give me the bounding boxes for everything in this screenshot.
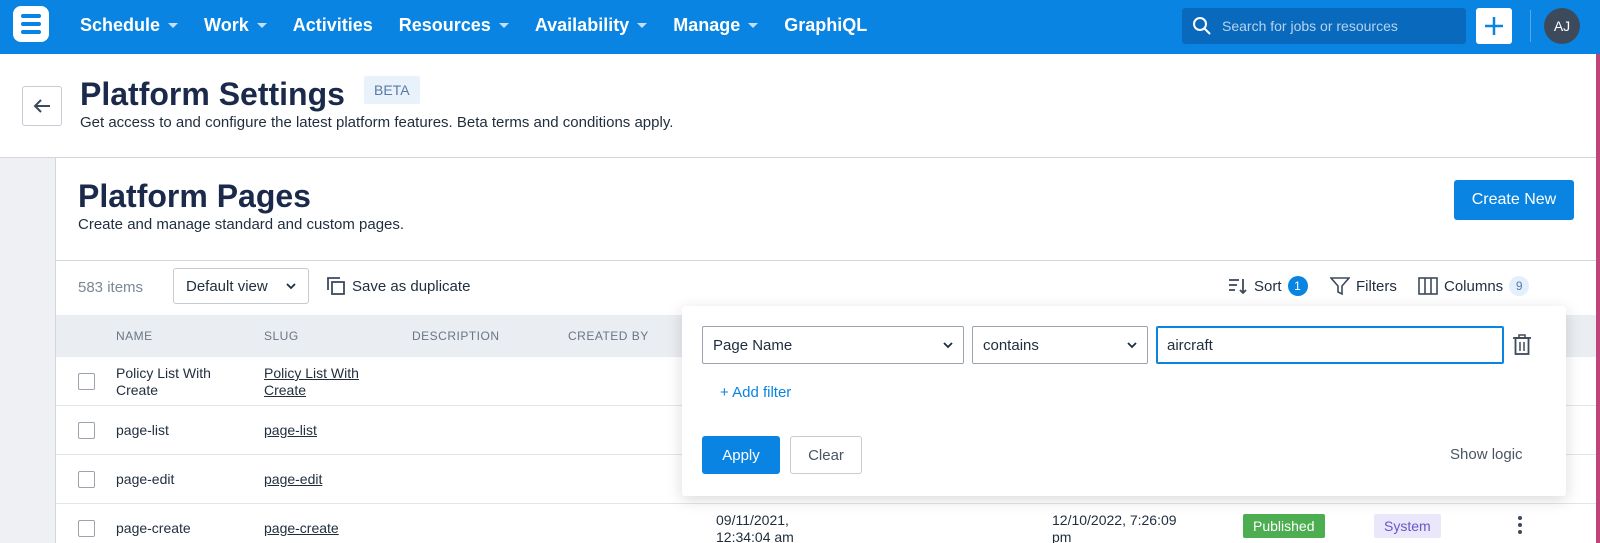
sort-icon <box>1229 279 1247 295</box>
top-nav-bar: Schedule Work Activities Resources Avail… <box>0 0 1600 54</box>
create-new-button[interactable]: Create New <box>1454 180 1574 220</box>
save-as-duplicate-button[interactable]: Save as duplicate <box>326 268 470 304</box>
main-nav: Schedule Work Activities Resources Avail… <box>80 0 893 50</box>
view-select-label: Default view <box>186 277 268 295</box>
row-slug-link[interactable]: page-list <box>264 422 394 439</box>
filter-value-input[interactable] <box>1156 326 1504 364</box>
columns-label: Columns <box>1444 277 1504 295</box>
nav-item-activities[interactable]: Activities <box>293 15 373 36</box>
column-header-name[interactable]: NAME <box>116 329 153 343</box>
columns-button[interactable]: Columns 9 <box>1418 268 1530 304</box>
sort-button[interactable]: Sort 1 <box>1228 268 1308 304</box>
row-menu-kebab-icon[interactable] <box>1518 516 1524 534</box>
filter-popover: Page Name contains + Add filter Apply Cl… <box>682 306 1566 496</box>
row-slug-link[interactable]: page-create <box>264 520 394 537</box>
nav-item-resources[interactable]: Resources <box>399 15 509 36</box>
sort-label: Sort <box>1254 277 1282 295</box>
filters-label: Filters <box>1356 277 1397 295</box>
row-updated-date: 12/10/2022, 7:26:09 pm <box>1052 512 1177 543</box>
plus-icon <box>1485 17 1503 35</box>
table-row[interactable]: page-create page-create 09/11/2021, 12:3… <box>56 504 1600 543</box>
chevron-down-icon <box>943 342 953 349</box>
caret-down-icon <box>637 22 648 28</box>
add-filter-link[interactable]: + Add filter <box>720 384 791 401</box>
row-checkbox[interactable] <box>78 471 95 488</box>
page-header: Platform Settings BETA Get access to and… <box>0 54 1600 158</box>
columns-count-badge: 9 <box>1509 276 1530 296</box>
search-icon <box>1193 17 1211 35</box>
filter-field-value: Page Name <box>713 336 793 354</box>
row-checkbox[interactable] <box>78 373 95 390</box>
arrow-left-icon <box>33 99 50 113</box>
window-edge <box>1596 54 1600 543</box>
user-avatar[interactable]: AJ <box>1544 8 1580 44</box>
nav-label: Resources <box>398 14 491 35</box>
nav-item-availability[interactable]: Availability <box>534 14 648 36</box>
nav-label: GraphiQL <box>784 14 868 35</box>
nav-label: Manage <box>673 14 741 35</box>
nav-label: Availability <box>534 14 630 35</box>
page-subtitle: Get access to and configure the latest p… <box>80 114 674 131</box>
filter-operator-value: contains <box>983 336 1039 354</box>
search-input[interactable] <box>1222 18 1452 34</box>
section-subtitle: Create and manage standard and custom pa… <box>78 216 405 233</box>
item-count: 583 items <box>78 279 144 296</box>
row-slug-link[interactable]: page-edit <box>264 471 394 488</box>
type-badge: System <box>1374 514 1441 538</box>
chevron-down-icon <box>1127 342 1137 349</box>
row-name: page-edit <box>116 471 175 487</box>
duplicate-icon <box>327 277 345 295</box>
nav-label: Activities <box>292 14 373 35</box>
back-button[interactable] <box>22 86 62 126</box>
row-checkbox[interactable] <box>78 520 95 537</box>
row-name: page-list <box>116 422 169 438</box>
view-select[interactable]: Default view <box>173 268 309 304</box>
nav-divider <box>1530 10 1531 42</box>
row-created-date: 09/11/2021, 12:34:04 am <box>716 512 794 543</box>
clear-button[interactable]: Clear <box>790 436 862 474</box>
app-logo-icon[interactable] <box>13 6 49 42</box>
nav-item-manage[interactable]: Manage <box>673 14 759 36</box>
column-header-description[interactable]: DESCRIPTION <box>412 329 500 343</box>
add-button[interactable] <box>1476 8 1512 44</box>
nav-item-schedule[interactable]: Schedule <box>80 14 179 36</box>
apply-button[interactable]: Apply <box>702 436 780 474</box>
row-slug-link[interactable]: Policy List With Create <box>264 365 394 399</box>
caret-down-icon <box>498 22 509 28</box>
section-title: Platform Pages <box>78 178 311 214</box>
beta-badge: BETA <box>364 76 420 104</box>
sort-count-badge: 1 <box>1287 276 1308 296</box>
nav-label: Schedule <box>80 14 161 35</box>
row-name: Policy List With Create <box>116 365 211 398</box>
column-header-slug[interactable]: SLUG <box>264 329 299 343</box>
chevron-down-icon <box>286 283 296 290</box>
filter-operator-select[interactable]: contains <box>972 326 1148 364</box>
left-gutter <box>0 158 56 543</box>
column-header-created-by[interactable]: CREATED BY <box>568 329 649 343</box>
caret-down-icon <box>168 22 179 28</box>
row-name: page-create <box>116 520 191 536</box>
nav-label: Work <box>204 14 249 35</box>
caret-down-icon <box>748 22 759 28</box>
status-badge: Published <box>1243 514 1325 538</box>
filter-field-select[interactable]: Page Name <box>702 326 964 364</box>
caret-down-icon <box>256 22 267 28</box>
row-checkbox[interactable] <box>78 422 95 439</box>
filters-button[interactable]: Filters <box>1330 268 1397 304</box>
page-title: Platform Settings <box>80 76 345 112</box>
trash-icon[interactable] <box>1512 334 1532 356</box>
show-logic-link[interactable]: Show logic <box>1450 446 1523 463</box>
global-search[interactable] <box>1182 8 1466 44</box>
nav-item-graphiql[interactable]: GraphiQL <box>784 15 867 36</box>
columns-icon <box>1418 277 1438 295</box>
filter-icon <box>1330 277 1350 296</box>
nav-item-work[interactable]: Work <box>204 15 267 36</box>
duplicate-label: Save as duplicate <box>352 277 471 295</box>
